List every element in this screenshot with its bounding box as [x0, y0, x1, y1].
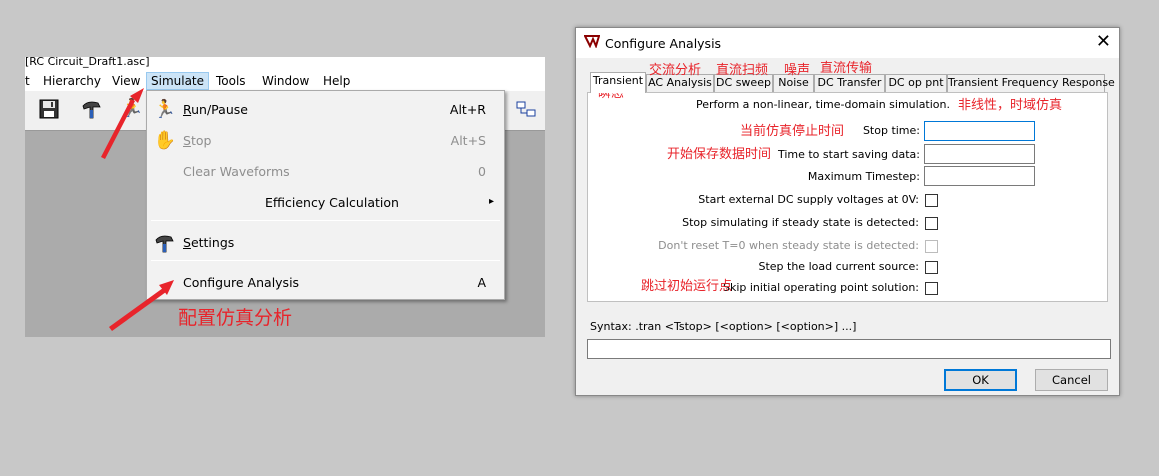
skip-op-checkbox[interactable]	[925, 282, 938, 295]
transient-panel: Perform a non-linear, time-domain simula…	[587, 92, 1108, 302]
ext-dc-label: Start external DC supply voltages at 0V:	[698, 193, 919, 206]
steady-stop-label: Stop simulating if steady state is detec…	[682, 216, 919, 229]
arrow-to-configure-analysis	[109, 288, 166, 331]
dialog-titlebar: Configure Analysis ✕	[576, 28, 1119, 58]
start-saving-input[interactable]	[924, 144, 1035, 164]
stop-time-input[interactable]	[924, 121, 1035, 141]
arrow-to-simulate-menu	[101, 99, 135, 159]
skip-op-label: Skip initial operating point solution:	[722, 281, 919, 294]
stop-time-label: Stop time:	[862, 124, 920, 137]
max-timestep-label: Maximum Timestep:	[807, 170, 920, 183]
ext-dc-checkbox[interactable]	[925, 194, 938, 207]
annotation-configure: 配置仿真分析	[178, 307, 293, 329]
configure-analysis-dialog: Configure Analysis ✕ Transient AC Analys…	[575, 27, 1120, 396]
annotation-start-saving: 开始保存数据时间	[667, 147, 772, 162]
step-load-checkbox[interactable]	[925, 261, 938, 274]
annotation-dc-sweep: 直流扫频	[716, 63, 769, 78]
annotation-nonlinear: 非线性，时域仿真	[958, 98, 1063, 113]
cancel-button[interactable]: Cancel	[1035, 369, 1108, 391]
tab-transient-frequency-response[interactable]: Transient Frequency Response	[947, 74, 1115, 92]
syntax-field[interactable]	[587, 339, 1111, 359]
step-load-label: Step the load current source:	[758, 260, 919, 273]
steady-stop-checkbox[interactable]	[925, 217, 938, 230]
annotation-ac: 交流分析	[649, 63, 702, 78]
tab-transient[interactable]: Transient	[590, 72, 646, 93]
annotation-stop-time: 当前仿真停止时间	[740, 124, 845, 139]
no-reset-checkbox[interactable]	[925, 240, 938, 253]
max-timestep-input[interactable]	[924, 166, 1035, 186]
annotation-noise: 噪声	[784, 63, 811, 78]
no-reset-label: Don't reset T=0 when steady state is det…	[658, 239, 919, 252]
description-text: Perform a non-linear, time-domain simula…	[695, 98, 950, 111]
syntax-text: Syntax: .tran <Tstop> [<option> [<option…	[590, 320, 857, 333]
annotation-skip-op: 跳过初始运行点	[641, 279, 733, 294]
ltspice-app-icon	[583, 34, 601, 52]
start-saving-label: Time to start saving data:	[777, 148, 920, 161]
dialog-title: Configure Analysis	[605, 36, 722, 51]
ok-button[interactable]: OK	[944, 369, 1017, 391]
tab-dc-op-pnt[interactable]: DC op pnt	[885, 74, 947, 92]
close-icon[interactable]: ✕	[1096, 32, 1111, 52]
annotation-dc-transfer: 直流传输	[820, 61, 873, 76]
tab-dc-transfer[interactable]: DC Transfer	[814, 74, 885, 92]
